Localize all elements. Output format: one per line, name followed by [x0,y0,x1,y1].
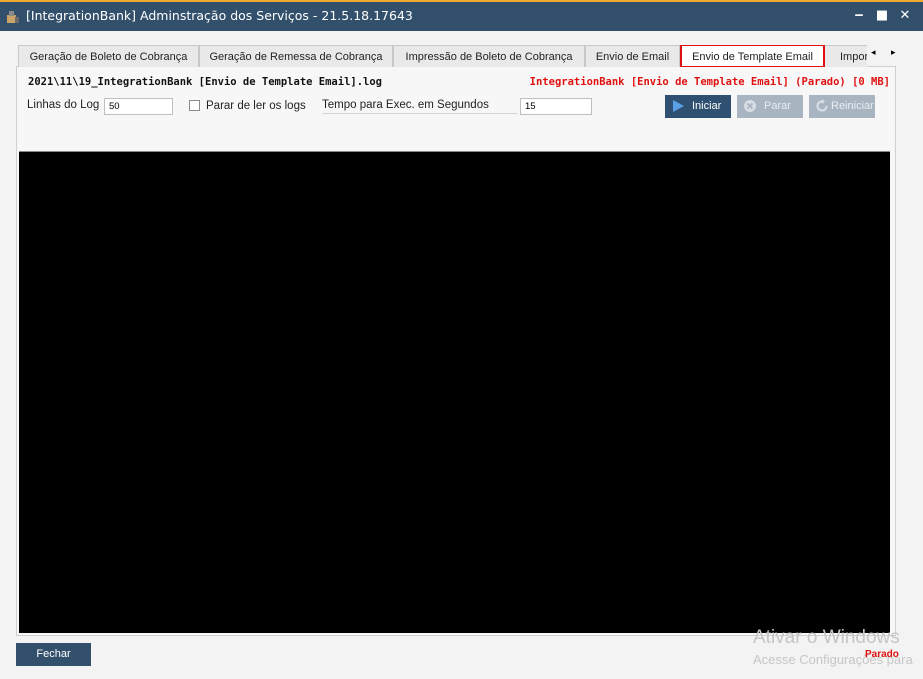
maximize-icon[interactable]: ■ [874,8,890,24]
tab-geracao-remessa[interactable]: Geração de Remessa de Cobrança [199,45,393,67]
tab-strip: Geração de Boleto de Cobrança Geração de… [18,45,867,67]
tab-scroll-left-icon[interactable]: ◂ [871,48,876,58]
window-title: [IntegrationBank] Adminstração dos Servi… [26,8,413,23]
service-status: IntegrationBank [Envio de Template Email… [529,76,890,88]
iniciar-label: Iniciar [692,100,722,112]
parar-button[interactable]: Parar [737,95,803,118]
status-text: Parado [865,649,899,660]
parar-label: Parar [764,100,791,112]
reiniciar-button[interactable]: Reiniciar [809,95,875,118]
tempo-input[interactable]: 15 [520,98,592,115]
iniciar-button[interactable]: Iniciar [665,95,731,118]
tab-impressao-boleto[interactable]: Impressão de Boleto de Cobrança [393,45,585,67]
refresh-icon [816,99,828,112]
log-console [19,151,890,633]
tab-scroll-right-icon[interactable]: ▸ [891,48,896,58]
tab-envio-template-email[interactable]: Envio de Template Email [680,45,825,67]
app-icon [7,11,19,23]
close-icon[interactable]: ✕ [897,8,913,24]
play-icon [673,100,684,112]
minimize-icon[interactable]: ‒ [851,8,867,24]
parar-logs-label: Parar de ler os logs [206,100,306,112]
tab-geracao-boleto[interactable]: Geração de Boleto de Cobrança [18,45,199,67]
parar-logs-checkbox[interactable] [189,100,200,111]
linhas-label: Linhas do Log [27,99,100,111]
activation-watermark-title: Ativar o Windows [753,627,900,648]
tempo-label: Tempo para Exec. em Segundos [322,99,518,114]
tab-envio-email[interactable]: Envio de Email [585,45,680,67]
reiniciar-label: Reiniciar [831,100,874,112]
log-file-name: 2021\11\19_IntegrationBank [Envio de Tem… [28,76,383,88]
stop-icon [744,100,756,112]
linhas-input[interactable]: 50 [104,98,173,115]
title-bar: [IntegrationBank] Adminstração dos Servi… [0,0,923,31]
tab-importacao[interactable]: Impor [824,45,867,67]
fechar-button[interactable]: Fechar [16,643,91,666]
